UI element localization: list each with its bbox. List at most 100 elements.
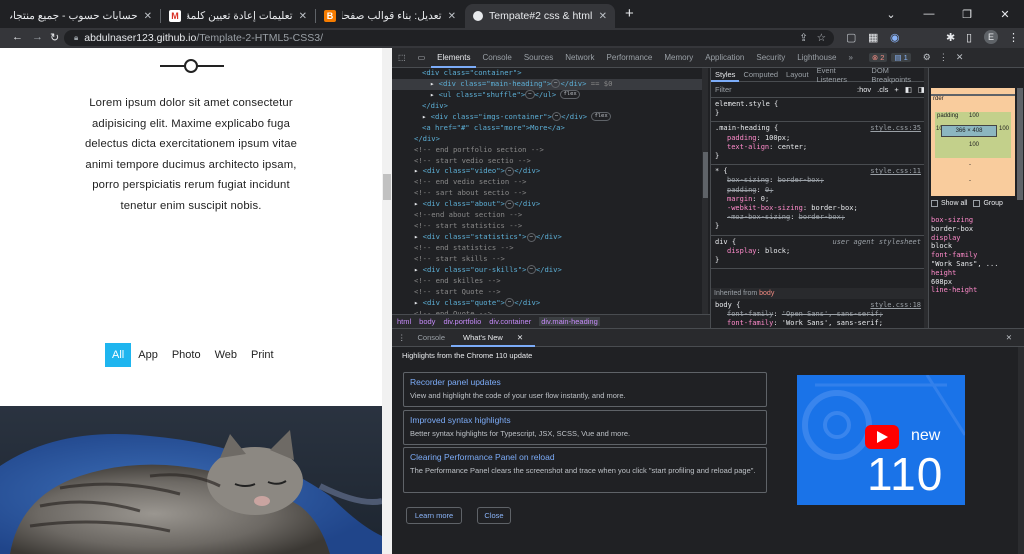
extensions-puzzle-icon[interactable]: ✱ [946, 31, 955, 44]
styles-filter-input[interactable]: Filter [715, 85, 857, 94]
feature-title[interactable]: Recorder panel updates [410, 377, 760, 387]
ellipsis-badge[interactable]: ⋯ [504, 199, 515, 209]
filter-photo[interactable]: Photo [165, 343, 208, 367]
css-declaration[interactable]: padding: 100px; [715, 134, 921, 143]
chrome-icon[interactable]: ◉ [890, 31, 900, 44]
dom-node[interactable]: ▸ <div class="statistics"> ⋯ </div> [392, 232, 702, 243]
tab-active[interactable]: Tempate#2 css & html ✕ [465, 4, 615, 28]
color-format-icon[interactable]: ◧ [905, 85, 912, 94]
computed-property[interactable]: box-sizing border-box [931, 216, 1021, 234]
elements-dom-tree[interactable]: <div class="container"> ▸ <div class="mai… [392, 68, 702, 314]
feature-card[interactable]: Recorder panel updates View and highligh… [403, 372, 767, 407]
blank-extension-icon[interactable]: ▢ [846, 31, 856, 44]
css-declaration[interactable]: box-sizing: border-box; [715, 176, 921, 185]
computed-property[interactable]: height 608px [931, 269, 1021, 287]
css-rule[interactable]: .main-heading {style.css:35 padding: 100p… [715, 124, 921, 161]
dom-node[interactable]: <!-- sart about sectio --> [392, 188, 702, 199]
expand-arrow-icon[interactable]: ▸ [414, 265, 423, 274]
subtab-styles[interactable]: Styles [711, 68, 740, 82]
feature-title[interactable]: Improved syntax highlights [410, 415, 760, 425]
feature-card[interactable]: Improved syntax highlights Better syntax… [403, 410, 767, 445]
close-devtools-icon[interactable]: ✕ [956, 52, 964, 63]
computed-property[interactable]: display block [931, 234, 1021, 252]
expand-arrow-icon[interactable]: ▸ [430, 79, 439, 88]
css-declaration[interactable]: -moz-box-sizing: border-box; [715, 213, 921, 222]
css-source-link[interactable]: style.css:11 [870, 167, 921, 176]
ellipsis-badge[interactable]: ⋯ [526, 265, 536, 275]
restore-icon[interactable]: ❐ [948, 8, 986, 21]
dom-node[interactable]: <!--end about section --> [392, 210, 702, 221]
menu-kebab-icon[interactable]: ⋮ [1008, 31, 1019, 44]
dom-node[interactable]: ▸ <div class="imgs-container"> ⋯ </div> fl… [392, 112, 702, 123]
filter-app[interactable]: App [131, 343, 165, 367]
ellipsis-badge[interactable]: ⋯ [526, 232, 536, 242]
new-tab-button[interactable]: + [625, 5, 634, 22]
address-bar[interactable]: 🔒︎ abdulnaser123.github.io /Template-2-H… [64, 30, 834, 46]
css-declaration[interactable]: display: block; [715, 247, 921, 256]
tab-blogger[interactable]: B تعديل: بناء قوالب صفحات واجهات ✕ [316, 4, 464, 28]
feature-card[interactable]: Clearing Performance Panel on reload The… [403, 447, 767, 493]
css-declaration[interactable]: padding: 0; [715, 186, 921, 195]
elements-scrollbar-thumb[interactable] [703, 152, 708, 198]
more-tabs-icon[interactable]: » [842, 48, 858, 68]
expand-arrow-icon[interactable]: ▸ [414, 298, 423, 307]
crumb-body[interactable]: body [419, 317, 435, 326]
tab-security[interactable]: Security [750, 48, 791, 68]
dom-node[interactable]: ▸ <div class="main-heading"> ⋯ </div> == $… [392, 78, 702, 90]
dom-node[interactable]: <!-- end vedio section --> [392, 177, 702, 188]
subtab-computed[interactable]: Computed [739, 70, 782, 79]
subtab-layout[interactable]: Layout [782, 70, 813, 79]
tab-search-icon[interactable]: ⌄ [872, 8, 910, 21]
group-checkbox[interactable] [973, 200, 981, 207]
filter-web[interactable]: Web [208, 343, 244, 367]
crumb-container[interactable]: div.container [489, 317, 531, 326]
filter-all[interactable]: All [105, 343, 132, 367]
flex-badge[interactable]: flex [591, 112, 611, 122]
tab-gmail[interactable]: M تعليمات إعادة تعيين كلمة المرور - Gmai… [161, 4, 315, 28]
dom-node[interactable]: </div> [392, 134, 702, 145]
dom-node[interactable]: <!-- end statistics --> [392, 243, 702, 254]
ellipsis-badge[interactable]: ⋯ [525, 90, 535, 100]
expand-arrow-icon[interactable]: ▸ [414, 232, 423, 241]
drawer-tab-whats-new[interactable]: What's New ✕ [451, 329, 536, 347]
tab-application[interactable]: Application [699, 48, 750, 68]
css-source-link[interactable]: style.css:18 [870, 301, 921, 310]
dom-node[interactable]: <!-- end portfolio section --> [392, 145, 702, 156]
css-rule[interactable]: div {user agent stylesheet display: block… [715, 238, 921, 266]
dom-node[interactable]: ▸ <div class="about"> ⋯ </div> [392, 199, 702, 210]
crumb-html[interactable]: html [397, 317, 411, 326]
tab-console[interactable]: Console [476, 48, 517, 68]
tab-performance[interactable]: Performance [601, 48, 659, 68]
tab-lighthouse[interactable]: Lighthouse [791, 48, 842, 68]
device-toolbar-icon[interactable]: ▭ [412, 48, 432, 68]
portfolio-cat-image[interactable] [0, 406, 382, 554]
crumb-portfolio[interactable]: div.portfolio [443, 317, 481, 326]
ellipsis-badge[interactable]: ⋯ [504, 298, 515, 308]
css-declaration[interactable]: text-align: center; [715, 143, 921, 152]
css-declaration[interactable]: margin: 0; [715, 195, 921, 204]
page-scrollbar[interactable] [382, 48, 392, 554]
dom-node[interactable]: <!-- start skills --> [392, 254, 702, 265]
show-all-checkbox[interactable] [931, 200, 938, 207]
close-tab-icon[interactable]: ✕ [511, 333, 529, 342]
message-badge[interactable]: ▤ 1 [891, 53, 911, 62]
tab-sources[interactable]: Sources [518, 48, 559, 68]
css-rule[interactable]: element.style {} [715, 100, 921, 118]
inspect-icon[interactable]: ⬚ [392, 48, 412, 68]
close-drawer-icon[interactable]: ✕ [1000, 333, 1018, 342]
page-scrollbar-thumb[interactable] [383, 174, 391, 200]
sidebar-icon[interactable]: ▯ [966, 31, 972, 44]
learn-more-button[interactable]: Learn more [406, 507, 462, 524]
close-icon[interactable]: ✕ [599, 11, 607, 22]
dom-node[interactable]: <a href="#" class="more">More</a> [392, 123, 702, 134]
inherited-from-body[interactable]: body [759, 290, 774, 297]
tab-memory[interactable]: Memory [658, 48, 699, 68]
new-rule-icon[interactable]: + [894, 85, 898, 94]
minimize-icon[interactable]: — [910, 8, 948, 20]
computed-property[interactable]: font-family "Work Sans", ... [931, 251, 1021, 269]
dom-node[interactable]: ▸ <div class="our-skills"> ⋯ </div> [392, 265, 702, 276]
bookmark-star-icon[interactable]: ☆ [817, 32, 826, 44]
dom-node[interactable]: ▸ <div class="video"> ⋯ </div> [392, 166, 702, 177]
dom-node[interactable]: ▸ <div class="quote"> ⋯ </div> [392, 298, 702, 309]
error-badge[interactable]: ⊗ 2 [868, 53, 888, 62]
